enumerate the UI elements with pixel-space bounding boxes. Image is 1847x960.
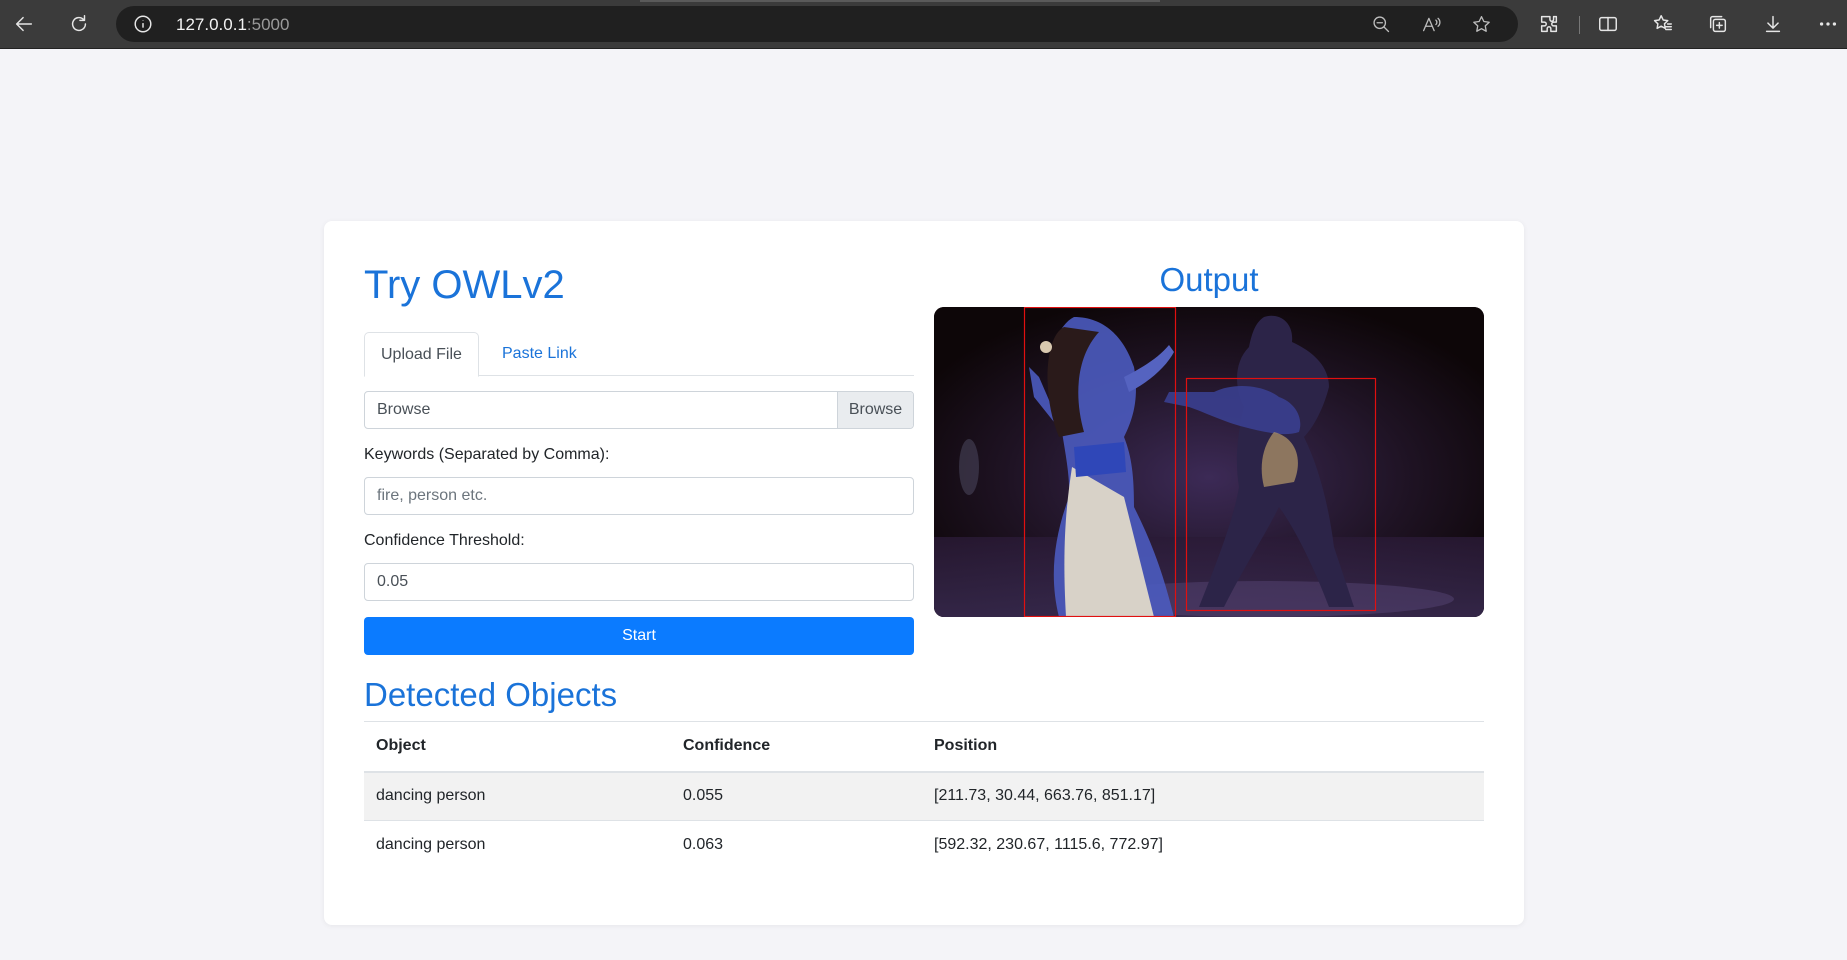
main-card: Try OWLv2 Upload File Paste Link Browse … — [324, 221, 1524, 925]
table-row: dancing person 0.063 [592.32, 230.67, 11… — [364, 821, 1484, 870]
collections-icon[interactable] — [1702, 8, 1734, 40]
cell-object: dancing person — [364, 771, 671, 821]
col-position: Position — [922, 721, 1484, 773]
tab-upload-file[interactable]: Upload File — [364, 332, 479, 377]
cell-position: [592.32, 230.67, 1115.6, 772.97] — [934, 836, 1163, 854]
tab-paste-link[interactable]: Paste Link — [486, 332, 593, 377]
read-aloud-icon[interactable] — [1418, 11, 1444, 37]
zoom-out-icon[interactable] — [1368, 11, 1394, 37]
cell-object: dancing person — [376, 836, 486, 854]
browser-toolbar: 127.0.0.1:5000 — [0, 0, 1847, 49]
reload-icon[interactable] — [63, 8, 95, 40]
table-row: dancing person 0.055 [211.73, 30.44, 663… — [364, 771, 1484, 821]
threshold-label: Confidence Threshold: — [364, 532, 525, 549]
downloads-icon[interactable] — [1757, 8, 1789, 40]
browse-button[interactable]: Browse — [837, 392, 913, 428]
col-confidence: Confidence — [671, 721, 922, 773]
url-text[interactable]: 127.0.0.1:5000 — [176, 15, 289, 35]
favorites-icon[interactable] — [1647, 8, 1679, 40]
keywords-input[interactable] — [364, 477, 914, 515]
file-input[interactable]: Browse Browse — [364, 391, 914, 429]
address-bar[interactable]: 127.0.0.1:5000 — [116, 6, 1518, 42]
col-object: Object — [364, 721, 671, 773]
cell-confidence: 0.055 — [671, 771, 922, 821]
threshold-input[interactable] — [364, 563, 914, 601]
page-title: Try OWLv2 — [364, 263, 565, 307]
cell-position: [211.73, 30.44, 663.76, 851.17] — [922, 771, 1484, 821]
back-icon[interactable] — [8, 8, 40, 40]
tab-strip-edge — [640, 0, 1160, 2]
input-tabs: Upload File Paste Link — [364, 332, 914, 377]
favorite-star-icon[interactable] — [1468, 11, 1494, 37]
split-screen-icon[interactable] — [1592, 8, 1624, 40]
info-icon[interactable] — [132, 13, 154, 35]
table-header-row: Object Confidence Position — [364, 721, 1484, 773]
toolbar-divider — [1579, 16, 1580, 34]
output-title: Output — [1159, 261, 1259, 298]
detected-objects-title: Detected Objects — [364, 676, 618, 713]
output-image-drawing — [934, 307, 1484, 617]
more-icon[interactable] — [1812, 8, 1844, 40]
file-input-text: Browse — [377, 401, 431, 418]
output-image — [934, 307, 1484, 617]
cell-confidence: 0.063 — [683, 836, 724, 854]
keywords-label: Keywords (Separated by Comma): — [364, 446, 610, 463]
start-button[interactable]: Start — [364, 617, 914, 655]
detections-table: Object Confidence Position dancing perso… — [364, 721, 1484, 870]
extensions-icon[interactable] — [1533, 8, 1565, 40]
